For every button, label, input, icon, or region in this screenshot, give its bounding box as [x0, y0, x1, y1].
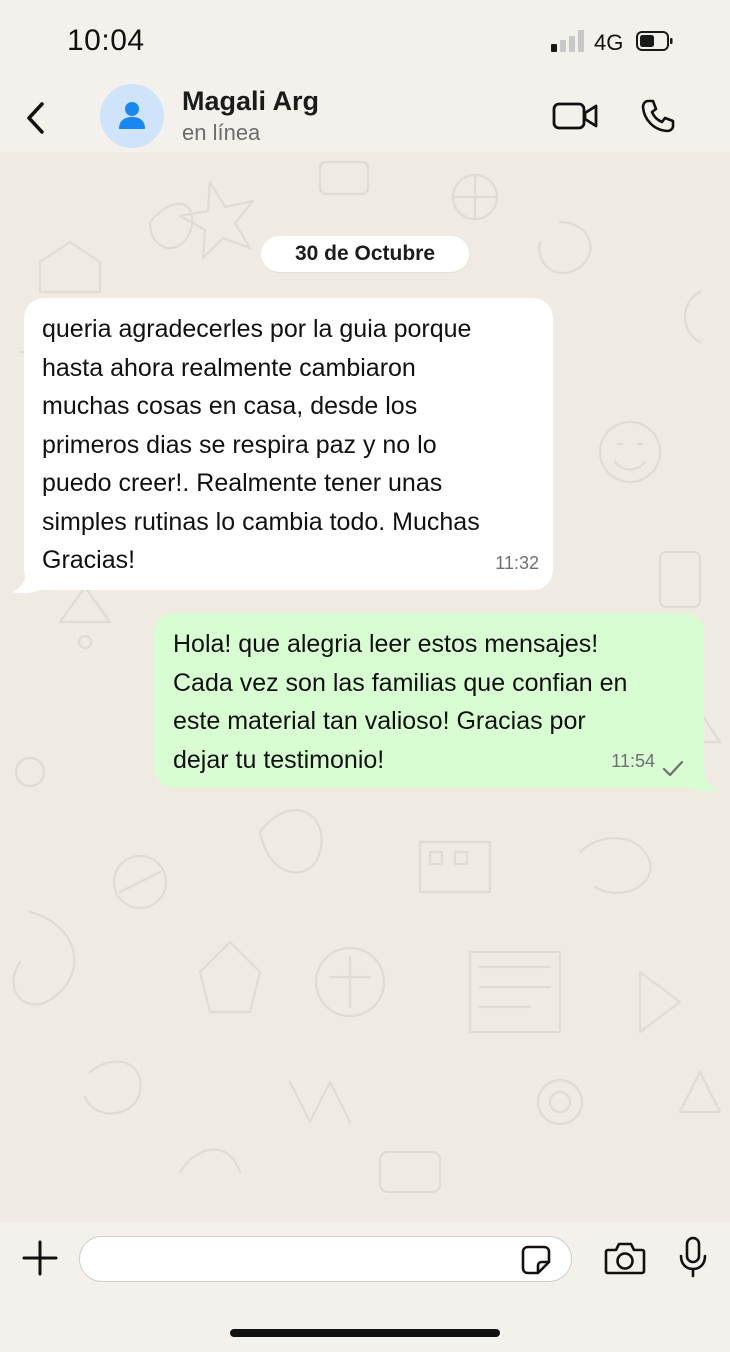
signal-icon: [551, 30, 585, 52]
chat-area[interactable]: 30 de Octubre queria agradecerles por la…: [0, 152, 730, 1222]
date-separator: 30 de Octubre: [261, 236, 469, 272]
message-time: 11:32: [495, 552, 539, 573]
outgoing-message[interactable]: Hola! que alegria leer estos mensajes! C…: [154, 613, 704, 788]
chat-header: Magali Arg en línea: [0, 80, 730, 152]
single-check-icon: [662, 760, 684, 777]
status-bar: 10:04 4G: [0, 0, 730, 80]
contact-name[interactable]: Magali Arg: [182, 86, 319, 117]
chevron-left-icon[interactable]: [22, 100, 50, 136]
message-time: 11:54: [611, 750, 655, 771]
contact-status: en línea: [182, 120, 261, 145]
network-label: 4G: [594, 30, 624, 55]
avatar[interactable]: [100, 84, 164, 148]
sticker-icon[interactable]: [520, 1244, 552, 1276]
status-time: 10:04: [67, 24, 145, 57]
person-icon: [119, 102, 145, 129]
microphone-icon[interactable]: [678, 1236, 708, 1278]
phone-icon[interactable]: [640, 98, 676, 134]
camera-icon[interactable]: [604, 1240, 646, 1276]
battery-icon: [636, 31, 673, 51]
video-camera-icon[interactable]: [552, 100, 598, 132]
plus-icon[interactable]: [22, 1240, 58, 1276]
incoming-message[interactable]: queria agradecerles por la guia porque h…: [24, 298, 553, 590]
message-text: queria agradecerles por la guia porque h…: [42, 315, 480, 574]
home-indicator: [230, 1329, 500, 1337]
composer-bar: [0, 1222, 730, 1352]
message-input[interactable]: [79, 1236, 572, 1282]
